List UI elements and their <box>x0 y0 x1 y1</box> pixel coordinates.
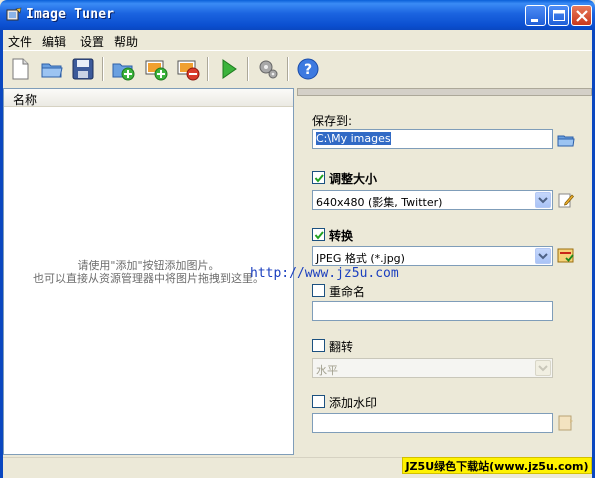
flip-select[interactable]: 水平 <box>312 358 553 378</box>
convert-value: JPEG 格式 (*.jpg) <box>316 252 405 265</box>
rename-label: 重命名 <box>329 285 366 299</box>
maximize-icon <box>553 10 565 21</box>
watermark-url: http://www.jz5u.com <box>250 266 399 281</box>
save-icon <box>72 58 94 80</box>
save-button[interactable] <box>69 55 97 83</box>
watermark-label: 添加水印 <box>329 396 378 410</box>
svg-text:?: ? <box>304 62 312 78</box>
resize-value: 640x480 (影集, Twitter) <box>316 196 443 209</box>
settings-icon <box>259 60 278 79</box>
toolbar-separator <box>247 57 249 81</box>
flip-label: 翻转 <box>329 340 354 354</box>
new-icon <box>12 58 29 80</box>
toolbar: ? <box>3 50 592 86</box>
help-icon: ? <box>297 58 319 80</box>
chevron-down-icon <box>535 360 551 376</box>
edit-icon[interactable] <box>557 191 575 209</box>
run-button[interactable] <box>214 55 242 83</box>
window-title: Image Tuner <box>26 7 115 22</box>
watermark-settings-icon[interactable] <box>557 414 575 432</box>
new-button[interactable] <box>6 55 34 83</box>
watermark-field[interactable] <box>312 413 553 433</box>
chevron-down-icon <box>535 248 551 264</box>
add-folder-icon <box>112 63 135 81</box>
open-button[interactable] <box>38 55 66 83</box>
save-to-field[interactable]: C:\My images <box>312 129 553 149</box>
resize-checkbox[interactable] <box>312 171 325 184</box>
toolbar-separator <box>287 57 289 81</box>
menu-bar: 文件 编辑 设置 帮助 <box>3 30 592 49</box>
run-icon <box>222 59 237 79</box>
checkmark-icon <box>314 231 324 240</box>
browse-folder-icon[interactable] <box>557 131 575 149</box>
save-to-value: C:\My images <box>316 132 391 145</box>
menu-edit[interactable]: 编辑 <box>42 33 66 50</box>
panel-splitter[interactable] <box>297 88 592 96</box>
convert-label: 转换 <box>329 229 354 243</box>
checkmark-icon <box>314 174 324 183</box>
format-settings-icon[interactable] <box>557 247 575 265</box>
title-bar[interactable]: Image Tuner <box>0 0 595 30</box>
settings-button[interactable] <box>254 55 282 83</box>
resize-label: 调整大小 <box>329 172 378 186</box>
flip-checkbox[interactable] <box>312 339 325 352</box>
minimize-button[interactable] <box>525 5 546 26</box>
remove-images-icon <box>177 60 200 81</box>
toolbar-separator <box>207 57 209 81</box>
rename-field[interactable] <box>312 301 553 321</box>
close-button[interactable] <box>571 5 592 26</box>
watermark-checkbox[interactable] <box>312 395 325 408</box>
save-to-label: 保存到: <box>312 114 353 128</box>
open-folder-icon <box>41 63 63 78</box>
minimize-icon <box>531 19 538 22</box>
add-images-button[interactable] <box>142 55 170 83</box>
site-stamp: JZ5U绿色下载站(www.jz5u.com) <box>402 457 592 474</box>
column-header-name[interactable]: 名称 <box>13 91 37 108</box>
help-button[interactable]: ? <box>294 55 322 83</box>
chevron-down-icon <box>535 192 551 208</box>
rename-checkbox[interactable] <box>312 284 325 297</box>
flip-value: 水平 <box>316 364 338 377</box>
app-icon <box>6 7 22 21</box>
menu-help[interactable]: 帮助 <box>114 33 138 50</box>
maximize-button[interactable] <box>548 5 569 26</box>
remove-images-button[interactable] <box>174 55 202 83</box>
menu-settings[interactable]: 设置 <box>80 33 104 50</box>
close-icon <box>576 10 588 22</box>
toolbar-separator <box>102 57 104 81</box>
list-header[interactable]: 名称 <box>4 89 293 107</box>
add-images-icon <box>145 60 168 81</box>
menu-file[interactable]: 文件 <box>8 33 32 50</box>
convert-checkbox[interactable] <box>312 228 325 241</box>
add-folder-button[interactable] <box>109 55 137 83</box>
convert-select[interactable]: JPEG 格式 (*.jpg) <box>312 246 553 266</box>
resize-select[interactable]: 640x480 (影集, Twitter) <box>312 190 553 210</box>
